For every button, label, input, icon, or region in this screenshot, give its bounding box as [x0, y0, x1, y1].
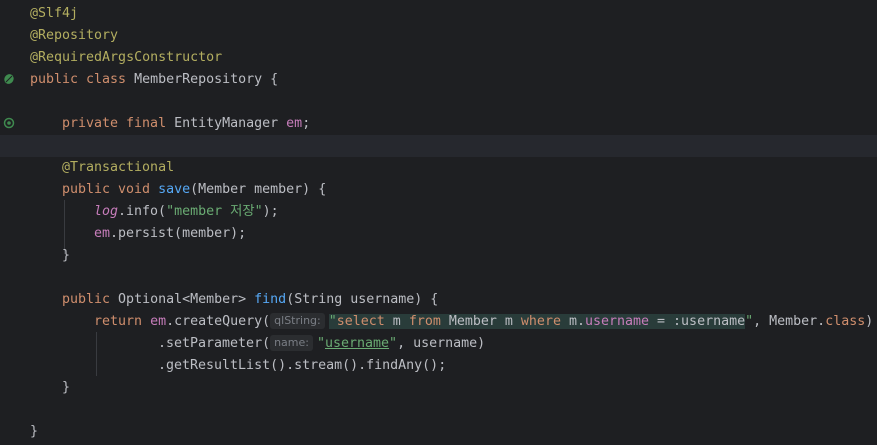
code-line-1: @Slf4j — [30, 6, 79, 21]
parameter-hint-name: name: — [270, 335, 313, 351]
code-line-9: public void save(Member member) { — [62, 182, 327, 197]
code-line-6: private final EntityManager em; — [62, 116, 311, 131]
code-line-11: em.persist(member); — [94, 226, 247, 241]
code-line-18: } — [62, 380, 71, 395]
code-line-10: log.info("member 저장"); — [94, 204, 279, 219]
code-line-8: @Transactional — [62, 160, 175, 175]
jpql-injected-string: "select m from Member m where m.username… — [328, 314, 746, 329]
code-line-14: public Optional<Member> find(String user… — [62, 292, 439, 307]
parameter-hint-qlstring: qlString: — [270, 313, 325, 329]
code-line-4: public class MemberRepository { — [30, 72, 279, 87]
code-line-17: .getResultList().stream().findAny(); — [158, 358, 447, 373]
code-line-2: @Repository — [30, 28, 119, 43]
code-line-3: @RequiredArgsConstructor — [30, 50, 223, 65]
code-line-12: } — [62, 248, 71, 263]
code-line-20: } — [30, 424, 39, 439]
code-line-15: return em.createQuery(qlString: "select m… — [94, 313, 874, 329]
code-editor[interactable]: @Slf4j @Repository @RequiredArgsConstruc… — [0, 0, 877, 445]
code-line-16: .setParameter(name: "username", username) — [158, 335, 486, 351]
